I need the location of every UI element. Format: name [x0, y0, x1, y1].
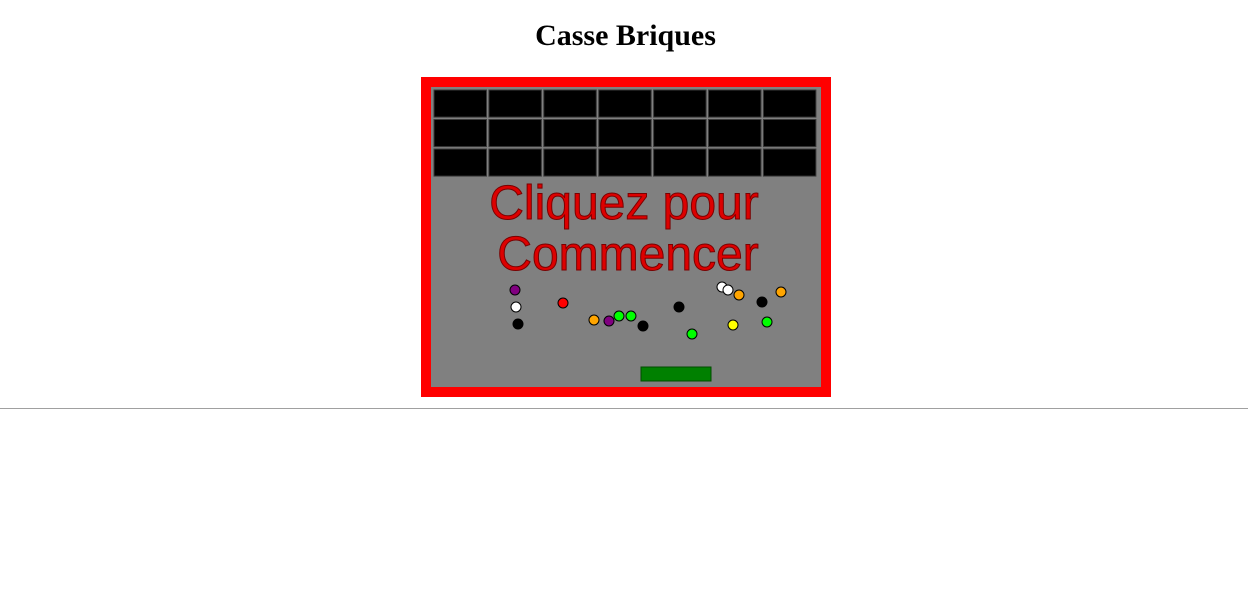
ball: [733, 289, 745, 301]
brick: [762, 89, 817, 118]
ball: [637, 320, 649, 332]
brick: [653, 119, 707, 148]
brick: [433, 89, 487, 118]
balls-group: [509, 281, 787, 340]
ball: [727, 319, 739, 331]
horizontal-rule: [0, 408, 1248, 409]
ball: [588, 314, 600, 326]
brick: [488, 119, 542, 148]
start-message-line1[interactable]: Cliquez pour: [489, 177, 760, 231]
brick: [488, 89, 542, 118]
brick: [488, 148, 542, 177]
brick: [433, 119, 487, 148]
brick: [543, 148, 597, 177]
brick: [708, 119, 762, 148]
paddle[interactable]: [640, 366, 712, 382]
brick: [708, 148, 762, 177]
brick: [653, 89, 707, 118]
game-playfield[interactable]: Cliquez pour Commencer: [431, 87, 821, 387]
brick: [598, 148, 652, 177]
ball: [686, 328, 698, 340]
brick-wall: [433, 89, 817, 177]
ball: [722, 284, 734, 296]
page-title: Casse Briques: [535, 19, 716, 52]
game-canvas[interactable]: Cliquez pour Commencer: [431, 87, 821, 387]
start-message-line2[interactable]: Commencer: [497, 228, 759, 282]
ball: [509, 284, 521, 296]
ball: [756, 296, 768, 308]
ball: [603, 315, 615, 327]
ball: [510, 301, 522, 313]
ball: [673, 301, 685, 313]
brick: [543, 119, 597, 148]
ball: [557, 297, 569, 309]
ball: [512, 318, 524, 330]
brick: [708, 89, 762, 118]
brick: [433, 148, 487, 177]
game-board-frame: Cliquez pour Commencer: [421, 77, 831, 397]
brick: [762, 119, 817, 148]
brick: [598, 119, 652, 148]
brick: [598, 89, 652, 118]
ball: [625, 310, 637, 322]
brick: [762, 148, 817, 177]
brick: [653, 148, 707, 177]
brick: [543, 89, 597, 118]
ball: [775, 286, 787, 298]
ball: [613, 310, 625, 322]
ball: [761, 316, 773, 328]
